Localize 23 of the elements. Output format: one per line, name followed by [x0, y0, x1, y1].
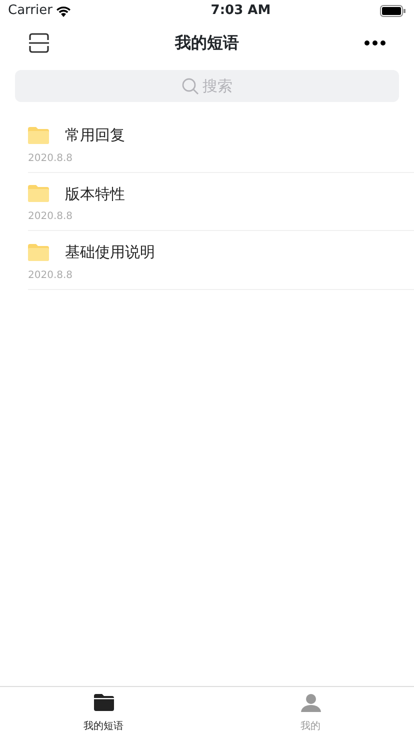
carrier-label: Carrier [8, 2, 52, 20]
more-icon[interactable] [364, 40, 386, 46]
folder-icon [92, 693, 114, 713]
folder-row[interactable]: 基础使用说明 2020.8.8 [28, 231, 414, 290]
folder-date: 2020.8.8 [28, 268, 74, 282]
tab[interactable]: 我的短语 [0, 687, 207, 736]
folder-name: 常用回复 [65, 125, 125, 146]
folder-name: 基础使用说明 [65, 242, 155, 263]
page-title: 我的短语 [175, 32, 239, 54]
battery-icon [380, 5, 406, 17]
status-time: 7:03 AM [210, 2, 271, 20]
folder-name: 版本特性 [65, 184, 125, 204]
folder-icon [28, 126, 49, 144]
wifi-icon [56, 6, 72, 16]
person-icon [300, 693, 322, 713]
folder-icon [28, 185, 49, 202]
search-icon [182, 78, 198, 94]
folder-icon [28, 244, 49, 261]
folder-date: 2020.8.8 [28, 210, 74, 224]
folder-date: 2020.8.8 [28, 152, 74, 166]
scan-icon[interactable] [28, 32, 50, 54]
folder-row[interactable]: 版本特性 2020.8.8 [28, 172, 414, 231]
folder-row[interactable]: 常用回复 2020.8.8 [28, 114, 414, 172]
